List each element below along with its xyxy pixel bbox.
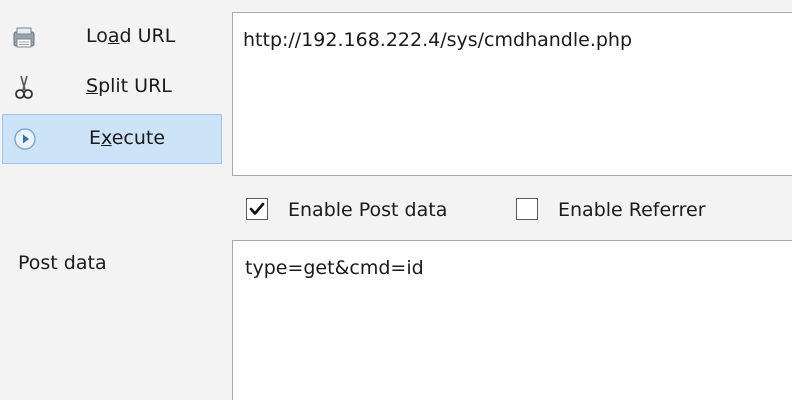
post-data-text: type=get&cmd=id xyxy=(245,257,424,279)
enable-referrer-label: Enable Referrer xyxy=(558,199,706,221)
checkbox-box[interactable] xyxy=(516,198,538,220)
split-url-button[interactable]: Split URL xyxy=(0,64,222,112)
enable-post-data-label: Enable Post data xyxy=(288,199,448,221)
play-icon xyxy=(11,125,39,153)
checkmark-icon xyxy=(249,202,265,215)
hackbar-panel: Load URL Split URL Execute http://192.16… xyxy=(0,0,792,400)
scissors-icon xyxy=(10,74,38,102)
post-data-textarea[interactable]: type=get&cmd=id xyxy=(232,240,792,400)
url-textarea[interactable]: http://192.168.222.4/sys/cmdhandle.php xyxy=(232,12,792,176)
post-data-label: Post data xyxy=(18,252,107,274)
split-url-label: Split URL xyxy=(86,75,172,97)
checkbox-box[interactable] xyxy=(246,198,268,220)
url-text: http://192.168.222.4/sys/cmdhandle.php xyxy=(243,29,633,51)
load-url-icon xyxy=(10,24,38,52)
load-url-label: Load URL xyxy=(86,25,176,47)
enable-referrer-checkbox[interactable]: Enable Referrer xyxy=(516,196,776,226)
execute-button[interactable]: Execute xyxy=(2,114,222,164)
load-url-button[interactable]: Load URL xyxy=(0,14,222,62)
enable-post-data-checkbox[interactable]: Enable Post data xyxy=(246,196,506,226)
execute-label: Execute xyxy=(89,127,166,149)
